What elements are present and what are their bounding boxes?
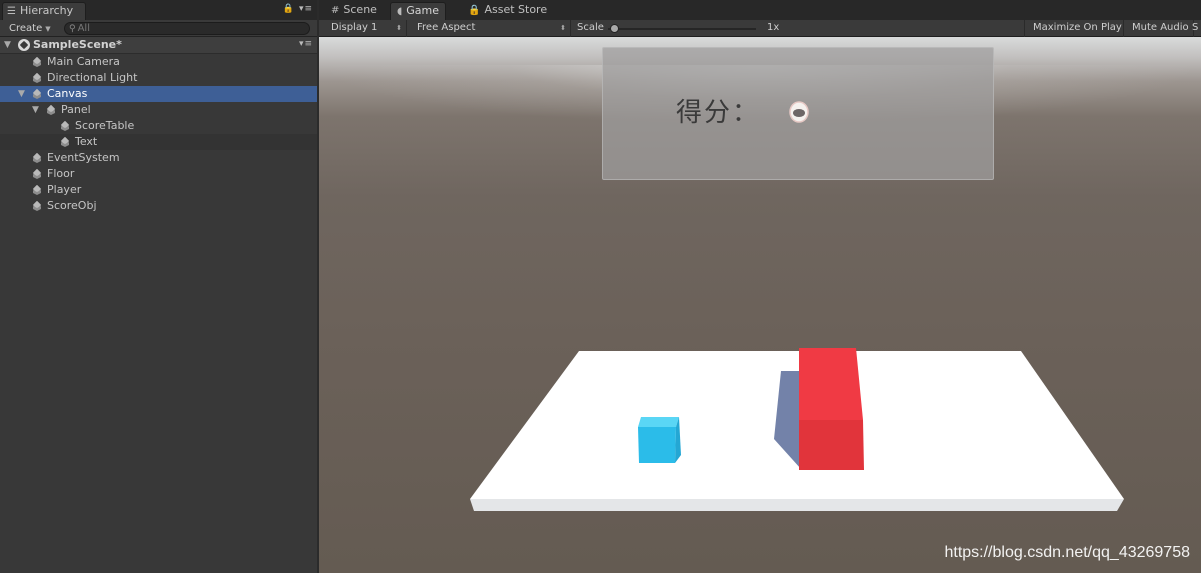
unity-logo-icon [18, 39, 30, 51]
scene-name: SampleScene* [33, 38, 122, 51]
bag-icon: 🔒 [468, 5, 481, 16]
hierarchy-item-label: Floor [47, 167, 75, 180]
hierarchy-item-directional-light[interactable]: Directional Light [0, 70, 317, 86]
watermark: https://blog.csdn.net/qq_43269758 [944, 544, 1190, 561]
scene-options-icon[interactable]: ▾≡ [299, 39, 313, 49]
lock-icon[interactable]: 🔒 [283, 4, 295, 14]
hierarchy-item-label: Canvas [47, 87, 88, 100]
hierarchy-item-scoretable[interactable]: ScoreTable [0, 118, 317, 134]
hierarchy-toolbar: Create ▼ ⚲ All [0, 20, 317, 37]
hierarchy-tab-bar: ☰ Hierarchy 🔒 ▾≡ [0, 0, 317, 20]
hierarchy-item-label: ScoreObj [47, 199, 97, 212]
chevron-down-icon: ▼ [45, 25, 51, 33]
hierarchy-tab-label: Hierarchy [20, 4, 74, 17]
search-input[interactable]: ⚲ All [64, 22, 310, 35]
display-select[interactable]: Display 1 ⬍ [323, 20, 407, 37]
hierarchy-item-eventsystem[interactable]: EventSystem [0, 150, 317, 166]
gameobject-icon [32, 201, 42, 211]
score-label: 得分： [676, 98, 761, 128]
score-value-glyph [789, 101, 809, 123]
hierarchy-tab[interactable]: ☰ Hierarchy [2, 2, 86, 20]
maximize-on-play-toggle[interactable]: Maximize On Play [1024, 20, 1124, 37]
aspect-select-value: Free Aspect [417, 22, 476, 33]
gamepad-icon: ◖ [397, 6, 403, 17]
gameobject-icon [32, 73, 42, 83]
list-icon: ☰ [7, 6, 16, 17]
hierarchy-item-label: ScoreTable [75, 119, 135, 132]
maximize-on-play-label: Maximize On Play [1033, 22, 1122, 33]
gameobject-icon [60, 121, 70, 131]
scale-value: 1x [767, 22, 780, 33]
tab-asset-store[interactable]: 🔒 Asset Store [462, 2, 553, 20]
game-panel: # Scene ◖ Game 🔒 Asset Store Display 1 ⬍ Fr… [319, 0, 1201, 573]
hierarchy-item-player[interactable]: Player [0, 182, 317, 198]
hierarchy-item-canvas[interactable]: ▼ Canvas [0, 86, 317, 102]
obstacle-side-upper [799, 348, 863, 420]
player-cube-front [638, 427, 676, 463]
hierarchy-item-label: Panel [61, 103, 91, 116]
scene-row[interactable]: ▼ SampleScene* ▾≡ [0, 37, 317, 54]
hierarchy-item-label: Main Camera [47, 55, 120, 68]
fold-arrow-icon[interactable]: ▼ [18, 86, 25, 102]
obstacle-front [799, 420, 864, 470]
hierarchy-item-label: Text [75, 135, 98, 148]
gameobject-icon [32, 169, 42, 179]
hierarchy-item-scoreobj[interactable]: ScoreObj [0, 198, 317, 214]
hierarchy-item-text[interactable]: Text [0, 134, 317, 150]
panel-menu-icon[interactable]: ▾≡ [299, 4, 313, 14]
gameobject-icon [32, 153, 42, 163]
tab-game[interactable]: ◖ Game [390, 2, 447, 20]
search-placeholder: All [77, 23, 90, 34]
tab-asset-store-label: Asset Store [484, 3, 548, 16]
hierarchy-item-floor[interactable]: Floor [0, 166, 317, 182]
player-cube-top [638, 417, 679, 427]
floor-edge [470, 499, 1124, 511]
updown-arrow-icon: ⬍ [396, 24, 402, 32]
game-viewport[interactable]: 得分： 0 https://blog.csdn.net/qq_43269758 [319, 37, 1201, 573]
hierarchy-panel-options[interactable]: 🔒 ▾≡ [283, 4, 313, 14]
scale-slider-handle[interactable] [610, 24, 619, 33]
game-toolbar: Display 1 ⬍ Free Aspect ⬍ Scale 1x Maxim… [319, 20, 1201, 37]
stats-label: S [1192, 22, 1199, 33]
stats-toggle[interactable]: S [1189, 20, 1201, 37]
scale-label: Scale [577, 22, 604, 33]
hierarchy-item-main-camera[interactable]: Main Camera [0, 54, 317, 70]
gameobject-icon [32, 89, 42, 99]
gameobject-icon [60, 137, 70, 147]
editor-tab-bar: # Scene ◖ Game 🔒 Asset Store [319, 0, 1201, 20]
display-select-value: Display 1 [331, 22, 378, 33]
gameobject-icon [32, 185, 42, 195]
scale-slider-track[interactable] [608, 28, 756, 30]
gameobject-icon [46, 105, 56, 115]
hierarchy-item-label: Directional Light [47, 71, 138, 84]
search-icon: ⚲ [69, 24, 76, 34]
tab-scene[interactable]: # Scene [325, 2, 383, 20]
aspect-select[interactable]: Free Aspect ⬍ [409, 20, 571, 37]
mute-audio-label: Mute Audio [1132, 22, 1189, 33]
gameobject-icon [32, 57, 42, 67]
mute-audio-toggle[interactable]: Mute Audio [1124, 20, 1194, 37]
hierarchy-panel: ☰ Hierarchy 🔒 ▾≡ Create ▼ ⚲ All ▼ SampleSce… [0, 0, 317, 573]
scale-control: Scale 1x [569, 20, 1024, 37]
tab-scene-label: Scene [343, 3, 377, 16]
tab-game-label: Game [406, 4, 440, 17]
create-button[interactable]: Create ▼ [4, 21, 56, 36]
hierarchy-item-label: EventSystem [47, 151, 120, 164]
updown-arrow-icon: ⬍ [560, 24, 566, 32]
grid-icon: # [331, 5, 340, 16]
fold-arrow-icon[interactable]: ▼ [4, 40, 11, 50]
hierarchy-item-panel[interactable]: ▼ Panel [0, 102, 317, 118]
score-panel: 得分： 0 [602, 47, 994, 180]
hierarchy-item-label: Player [47, 183, 82, 196]
create-button-label: Create [9, 23, 43, 34]
fold-arrow-icon[interactable]: ▼ [32, 102, 39, 118]
